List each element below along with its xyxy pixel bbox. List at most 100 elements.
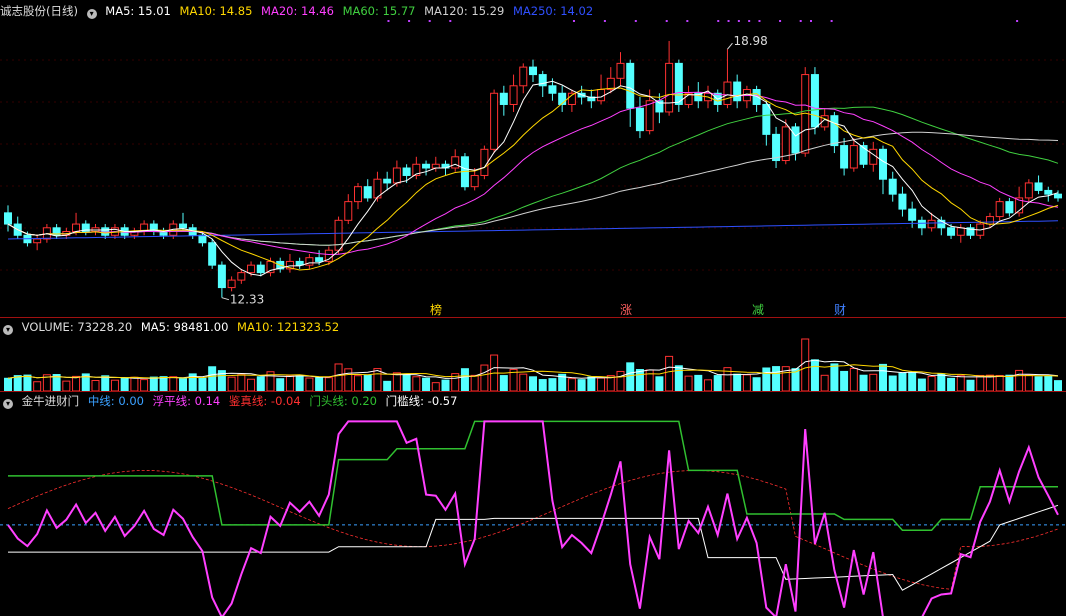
signal-dot (603, 20, 606, 22)
signal-dot (810, 20, 812, 22)
signal-dot (686, 20, 689, 22)
volume-bar (665, 355, 674, 392)
volume-bar (587, 376, 596, 392)
price-panel[interactable]: 诚志股份(日线) ▾ MA5: 15.01 MA10: 14.85 MA20: … (0, 0, 1066, 318)
volume-bar (149, 376, 158, 392)
volume-bar (324, 377, 333, 392)
candle-body (830, 115, 839, 147)
volume-bar (110, 379, 119, 392)
signal-dot (758, 20, 761, 22)
indicator-panel[interactable]: ▾ 金牛进财门 中线: 0.00 浮平线: 0.14 鉴真线: -0.04 门头… (0, 392, 1066, 616)
candle-body (490, 92, 499, 150)
candle-body (499, 92, 508, 105)
volume-dropdown-icon[interactable]: ▾ (3, 325, 13, 335)
volume-bar (810, 359, 819, 392)
volume-bar (227, 376, 236, 392)
candle-body (1034, 182, 1043, 191)
volume-chart[interactable] (0, 336, 1066, 392)
low-price-label: 12.33 (230, 293, 264, 307)
candle-body (762, 103, 771, 135)
volume-bar (937, 373, 946, 392)
volume-bar (917, 378, 926, 392)
signal-dot (799, 20, 802, 22)
candle-body (723, 81, 732, 105)
ma5-line (7, 80, 1059, 277)
candle-body (898, 193, 907, 210)
volume-bar (742, 374, 751, 392)
candle-body (1005, 201, 1014, 214)
volume-bar (460, 368, 469, 392)
volume-bar (422, 377, 431, 392)
volume-bar (256, 376, 265, 392)
indicator-legend: ▾ 金牛进财门 中线: 0.00 浮平线: 0.14 鉴真线: -0.04 门头… (0, 393, 462, 409)
indicator-threshold: 门槛线: -0.57 (385, 394, 458, 408)
candle-body (198, 234, 207, 244)
candle-body (208, 242, 217, 266)
volume-bar (947, 377, 956, 392)
volume-bar (208, 366, 217, 392)
volume-bar (966, 379, 975, 392)
candle-body (665, 62, 674, 113)
volume-bar (91, 379, 100, 392)
volume-bar (13, 375, 22, 392)
price-chart[interactable]: 18.98 12.33 (0, 18, 1066, 318)
volume-bar (402, 373, 411, 392)
badge-finance[interactable]: 财 (834, 301, 846, 318)
volume-bar (674, 365, 683, 392)
indicator-dropdown-icon[interactable]: ▾ (3, 399, 13, 409)
candle-body (995, 201, 1004, 218)
volume-bar (567, 378, 576, 392)
volume-bar (830, 363, 839, 392)
indicator-chart[interactable] (0, 410, 1066, 616)
volume-bar (888, 375, 897, 392)
volume-bar (276, 378, 285, 392)
candle-body (772, 133, 781, 162)
ma10-value: MA10: 14.85 (179, 4, 253, 18)
candle-body (597, 89, 606, 102)
high-price-label: 18.98 (733, 34, 767, 48)
candle-body (295, 260, 304, 266)
signal-dot (717, 20, 720, 22)
high-marker (727, 42, 733, 50)
volume-panel[interactable]: ▾ VOLUME: 73228.20 MA5: 98481.00 MA10: 1… (0, 318, 1066, 392)
volume-bar (305, 377, 314, 392)
volume-bar (237, 374, 246, 392)
volume-bar (859, 374, 868, 392)
candle-body (402, 167, 411, 176)
volume-bar (694, 374, 703, 392)
signal-dot (830, 20, 833, 22)
volume-bar (597, 377, 606, 392)
candle-body (519, 66, 528, 87)
volume-bar (577, 379, 586, 392)
candle-body (908, 208, 917, 221)
volume-bar (849, 367, 858, 392)
volume-bar (898, 372, 907, 392)
candle-body (888, 178, 897, 195)
volume-bar (179, 378, 187, 392)
volume-bar (801, 338, 810, 392)
signal-dot (665, 20, 668, 22)
badge-rank[interactable]: 榜 (430, 301, 442, 318)
candle-body (1044, 189, 1053, 195)
badge-rise[interactable]: 涨 (620, 301, 632, 318)
signal-dot (737, 20, 740, 22)
ma60-value: MA60: 15.77 (342, 4, 416, 18)
volume-bar (383, 380, 392, 392)
volume-bar (704, 379, 712, 392)
volume-bar (140, 379, 149, 392)
volume-value: VOLUME: 73228.20 (21, 320, 133, 334)
volume-ma5: MA5: 98481.00 (140, 320, 229, 334)
indicator-name: 金牛进财门 (21, 394, 80, 408)
indicator-true-line: 鉴真线: -0.04 (228, 394, 301, 408)
volume-bar (159, 376, 168, 392)
volume-bar (976, 374, 985, 392)
ma5-value: MA5: 15.01 (105, 4, 171, 18)
volume-bar (470, 374, 479, 392)
candle-body (33, 238, 42, 244)
candle-body (752, 89, 761, 105)
badge-reduce[interactable]: 减 (752, 301, 764, 318)
stock-title: 诚志股份(日线) (0, 4, 78, 18)
volume-bar (23, 374, 32, 392)
candle-body (840, 145, 849, 169)
candle-body (635, 107, 644, 132)
